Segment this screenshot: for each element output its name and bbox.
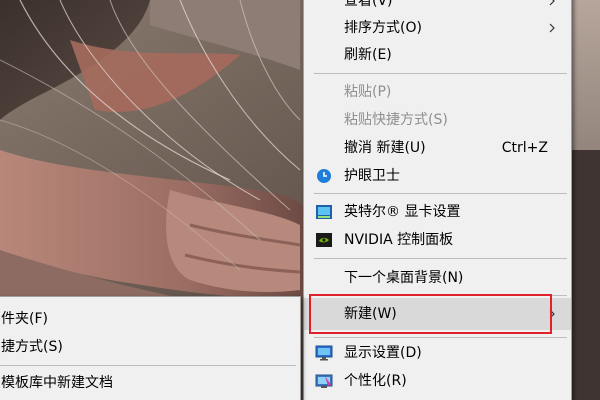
eye-care-clock-icon — [317, 169, 331, 183]
intel-graphics-icon — [316, 205, 332, 219]
menu-item-label: 下一个桌面背景(N) — [344, 270, 464, 286]
menu-item-label: 英特尔® 显卡设置 — [344, 204, 461, 220]
submenu-item-label: 件夹(F) — [1, 311, 48, 327]
menu-item-label: NVIDIA 控制面板 — [344, 232, 454, 248]
chevron-right-icon — [549, 23, 555, 33]
menu-item-intel-graphics[interactable]: 英特尔® 显卡设置 — [304, 198, 571, 226]
menu-item-undo-new[interactable]: 撤消 新建(U) Ctrl+Z — [304, 134, 571, 162]
menu-item-label: 粘贴快捷方式(S) — [344, 112, 448, 128]
menu-separator — [314, 73, 567, 74]
menu-item-label: 排序方式(O) — [344, 20, 422, 36]
menu-item-refresh[interactable]: 刷新(E) — [304, 41, 571, 69]
submenu-item-label: 模板库中新建文档 — [1, 375, 113, 391]
menu-item-next-background[interactable]: 下一个桌面背景(N) — [304, 264, 571, 292]
desktop-context-menu: 查看(V) 排序方式(O) 刷新(E) 粘贴(P) 粘贴快捷方式(S) 撤消 新… — [303, 0, 572, 400]
menu-item-paste: 粘贴(P) — [304, 78, 571, 106]
nvidia-icon — [316, 233, 332, 247]
menu-item-view[interactable]: 查看(V) — [304, 0, 571, 15]
menu-item-label: 粘贴(P) — [344, 84, 392, 100]
menu-item-label: 撤消 新建(U) — [344, 140, 426, 156]
submenu-item-label: 捷方式(S) — [1, 339, 63, 355]
menu-separator — [314, 193, 567, 194]
menu-item-nvidia[interactable]: NVIDIA 控制面板 — [304, 226, 571, 254]
submenu-item-shortcut[interactable]: 捷方式(S) — [0, 333, 300, 361]
menu-item-eye-care[interactable]: 护眼卫士 — [304, 162, 571, 190]
new-submenu: 件夹(F) 捷方式(S) 模板库中新建文档 — [0, 296, 301, 400]
desktop-screen: 查看(V) 排序方式(O) 刷新(E) 粘贴(P) 粘贴快捷方式(S) 撤消 新… — [0, 0, 600, 400]
menu-item-label: 护眼卫士 — [344, 168, 400, 184]
submenu-item-template-document[interactable]: 模板库中新建文档 — [0, 369, 300, 397]
menu-item-personalize[interactable]: 个性化(R) — [304, 367, 571, 395]
menu-item-sort-by[interactable]: 排序方式(O) — [304, 14, 571, 42]
menu-item-shortcut: Ctrl+Z — [501, 140, 548, 156]
chevron-right-icon — [549, 0, 555, 6]
new-item-highlight-box — [309, 294, 552, 334]
display-settings-icon — [315, 345, 333, 361]
submenu-item-folder[interactable]: 件夹(F) — [0, 305, 300, 333]
menu-item-label: 查看(V) — [344, 0, 393, 9]
menu-item-display-settings[interactable]: 显示设置(D) — [304, 339, 571, 367]
menu-item-label: 显示设置(D) — [344, 345, 422, 361]
menu-separator — [0, 365, 296, 366]
menu-separator — [314, 258, 567, 259]
menu-item-label: 刷新(E) — [344, 47, 392, 63]
personalize-icon — [315, 374, 333, 388]
menu-item-paste-shortcut: 粘贴快捷方式(S) — [304, 106, 571, 134]
menu-separator — [314, 337, 567, 338]
menu-item-label: 个性化(R) — [344, 373, 407, 389]
